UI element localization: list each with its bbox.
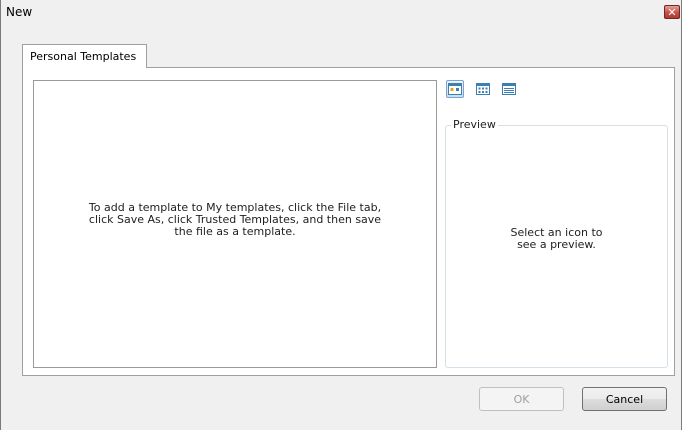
close-icon: ✕	[667, 5, 677, 19]
title-bar[interactable]: New ✕	[1, 0, 681, 24]
new-dialog: New ✕ Personal Templates To add a templa…	[0, 0, 682, 430]
preview-message: Select an icon to see a preview.	[510, 226, 603, 251]
large-icons-view-icon	[448, 83, 462, 95]
preview-legend: Preview	[451, 118, 498, 131]
tab-panel: To add a template to My templates, click…	[22, 67, 675, 376]
close-button[interactable]: ✕	[664, 5, 680, 19]
list-view-button[interactable]	[474, 80, 492, 98]
window-title: New	[6, 5, 33, 19]
list-view-icon	[476, 83, 490, 95]
ok-button[interactable]: OK	[479, 387, 564, 411]
tab-label: Personal Templates	[30, 50, 137, 63]
preview-group: Preview Select an icon to see a preview.	[445, 118, 668, 368]
templates-empty-message: To add a template to My templates, click…	[88, 201, 382, 238]
details-view-button[interactable]	[500, 80, 518, 98]
large-icons-view-button[interactable]	[446, 80, 464, 98]
templates-list[interactable]: To add a template to My templates, click…	[33, 80, 437, 368]
tab-personal-templates[interactable]: Personal Templates	[22, 44, 147, 68]
cancel-button[interactable]: Cancel	[582, 387, 667, 411]
details-view-icon	[502, 83, 516, 95]
